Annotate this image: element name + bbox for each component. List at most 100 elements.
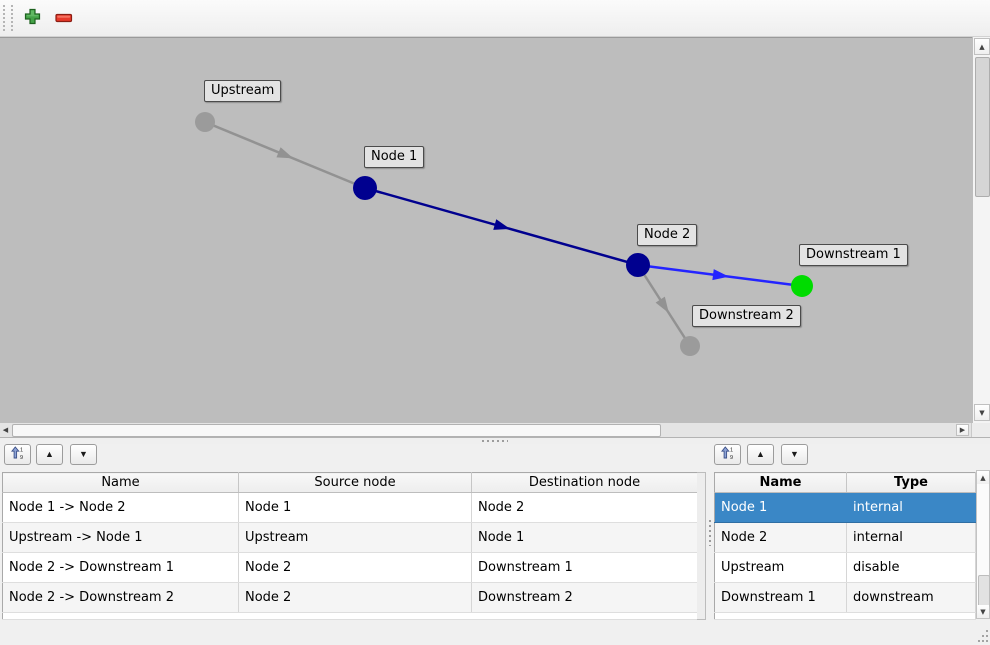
splitter-handle-icon: [709, 520, 711, 546]
node-label-node1[interactable]: Node 1: [364, 146, 424, 168]
edge-arrow-icon: [712, 269, 729, 280]
column-header-type[interactable]: Type: [847, 473, 976, 493]
scroll-down-icon: ▼: [980, 608, 985, 616]
table-cell[interactable]: Upstream: [239, 523, 472, 553]
move-up-icon: ▲: [45, 450, 54, 459]
graph-canvas[interactable]: Upstream Node 1 Node 2 Downstream 1 Downstre…: [0, 37, 972, 424]
toolbar-grip[interactable]: [3, 5, 13, 31]
canvas-vertical-scrollbar-thumb[interactable]: [975, 57, 990, 197]
main-toolbar: [0, 0, 990, 37]
edge-arrow-icon: [493, 219, 510, 230]
node-table-scrollbar-thumb[interactable]: [978, 575, 990, 607]
table-cell[interactable]: Node 1: [239, 493, 472, 523]
node-label-upstream[interactable]: Upstream: [204, 80, 281, 102]
node-table: NameType Node 1internalNode 2internalUps…: [714, 472, 976, 620]
scroll-down-button[interactable]: ▼: [974, 404, 990, 421]
table-cell[interactable]: internal: [847, 493, 976, 523]
scroll-up-button[interactable]: ▲: [977, 471, 989, 484]
edge-sort-button[interactable]: 1 9: [4, 444, 31, 465]
sort-ascending-icon: 1 9: [721, 446, 735, 463]
edge-arrow-icon: [656, 297, 669, 313]
edge-table: NameSource nodeDestination node Node 1 -…: [2, 472, 698, 620]
edge-table-scrollbar[interactable]: [697, 472, 706, 620]
table-cell[interactable]: downstream: [847, 583, 976, 613]
scroll-up-button[interactable]: ▲: [974, 38, 990, 55]
node-label-downstream1[interactable]: Downstream 1: [799, 244, 908, 266]
table-cell[interactable]: Downstream 2: [472, 583, 698, 613]
edge-arrow-icon: [276, 147, 293, 158]
table-cell[interactable]: Node 2 -> Downstream 2: [3, 583, 239, 613]
scroll-left-button[interactable]: ◀: [0, 424, 11, 435]
node-label-node2[interactable]: Node 2: [637, 224, 697, 246]
move-down-icon: ▼: [79, 450, 88, 459]
table-cell[interactable]: disable: [847, 553, 976, 583]
scroll-left-icon: ◀: [3, 426, 8, 434]
table-cell[interactable]: internal: [847, 523, 976, 553]
canvas-vertical-scrollbar[interactable]: ▲ ▼: [972, 37, 990, 423]
table-cell[interactable]: Downstream 1: [715, 583, 847, 613]
table-cell[interactable]: Node 2 -> Downstream 1: [3, 553, 239, 583]
table-cell[interactable]: Node 1 -> Node 2: [3, 493, 239, 523]
table-cell[interactable]: Node 2: [715, 523, 847, 553]
edge-move-up-button[interactable]: ▲: [36, 444, 63, 465]
scroll-up-icon: ▲: [980, 474, 985, 482]
add-button[interactable]: [18, 6, 46, 30]
table-row[interactable]: Upstream -> Node 1UpstreamNode 1: [3, 523, 698, 553]
table-row[interactable]: Node 2internal: [715, 523, 976, 553]
application-window: UpstreamNode 1Node 2Downstream 1Downstre…: [0, 0, 990, 645]
plus-icon: [24, 8, 41, 28]
move-up-icon: ▲: [756, 450, 765, 459]
horizontal-splitter[interactable]: [0, 437, 990, 444]
vertical-splitter[interactable]: [706, 444, 714, 624]
canvas-horizontal-scrollbar-thumb[interactable]: [12, 424, 661, 437]
minus-icon: [55, 11, 73, 26]
graph-svg: [0, 38, 972, 424]
scroll-right-button[interactable]: ▶: [956, 424, 969, 436]
remove-button[interactable]: [50, 6, 78, 30]
move-down-icon: ▼: [790, 450, 799, 459]
svg-text:9: 9: [730, 455, 733, 460]
splitter-handle-icon: [482, 440, 508, 442]
table-cell[interactable]: Upstream -> Node 1: [3, 523, 239, 553]
empty-row: [715, 613, 976, 620]
resize-grip-icon[interactable]: [977, 630, 989, 643]
table-row[interactable]: Downstream 1downstream: [715, 583, 976, 613]
table-row[interactable]: Upstreamdisable: [715, 553, 976, 583]
column-header-name[interactable]: Name: [3, 473, 239, 493]
scroll-down-icon: ▼: [979, 409, 984, 417]
node-downstream1[interactable]: [791, 275, 813, 297]
node-move-up-button[interactable]: ▲: [747, 444, 774, 465]
node-downstream2[interactable]: [680, 336, 700, 356]
table-cell[interactable]: Node 1: [715, 493, 847, 523]
node-label-downstream2[interactable]: Downstream 2: [692, 305, 801, 327]
table-cell[interactable]: Upstream: [715, 553, 847, 583]
table-cell[interactable]: Node 1: [472, 523, 698, 553]
scroll-down-button[interactable]: ▼: [977, 605, 989, 618]
sort-ascending-icon: 1 9: [11, 446, 25, 463]
table-cell[interactable]: Node 2: [472, 493, 698, 523]
edge-table-header-row: NameSource nodeDestination node: [3, 473, 698, 493]
node-node1[interactable]: [353, 176, 377, 200]
column-header-destination-node[interactable]: Destination node: [472, 473, 698, 493]
empty-row: [3, 613, 698, 620]
table-cell[interactable]: Downstream 1: [472, 553, 698, 583]
table-cell[interactable]: Node 2: [239, 553, 472, 583]
svg-text:1: 1: [730, 448, 733, 454]
column-header-source-node[interactable]: Source node: [239, 473, 472, 493]
table-row[interactable]: Node 2 -> Downstream 2Node 2Downstream 2: [3, 583, 698, 613]
node-table-scrollbar[interactable]: ▲ ▼: [976, 470, 990, 619]
node-move-down-button[interactable]: ▼: [781, 444, 808, 465]
scroll-right-icon: ▶: [960, 426, 965, 434]
table-row[interactable]: Node 2 -> Downstream 1Node 2Downstream 1: [3, 553, 698, 583]
node-table-header-row: NameType: [715, 473, 976, 493]
table-cell[interactable]: Node 2: [239, 583, 472, 613]
canvas-horizontal-scrollbar[interactable]: ◀ ▶: [0, 423, 971, 437]
node-upstream[interactable]: [195, 112, 215, 132]
svg-text:1: 1: [20, 448, 23, 454]
table-row[interactable]: Node 1 -> Node 2Node 1Node 2: [3, 493, 698, 523]
edge-move-down-button[interactable]: ▼: [70, 444, 97, 465]
node-node2[interactable]: [626, 253, 650, 277]
table-row[interactable]: Node 1internal: [715, 493, 976, 523]
node-sort-button[interactable]: 1 9: [714, 444, 741, 465]
column-header-name[interactable]: Name: [715, 473, 847, 493]
